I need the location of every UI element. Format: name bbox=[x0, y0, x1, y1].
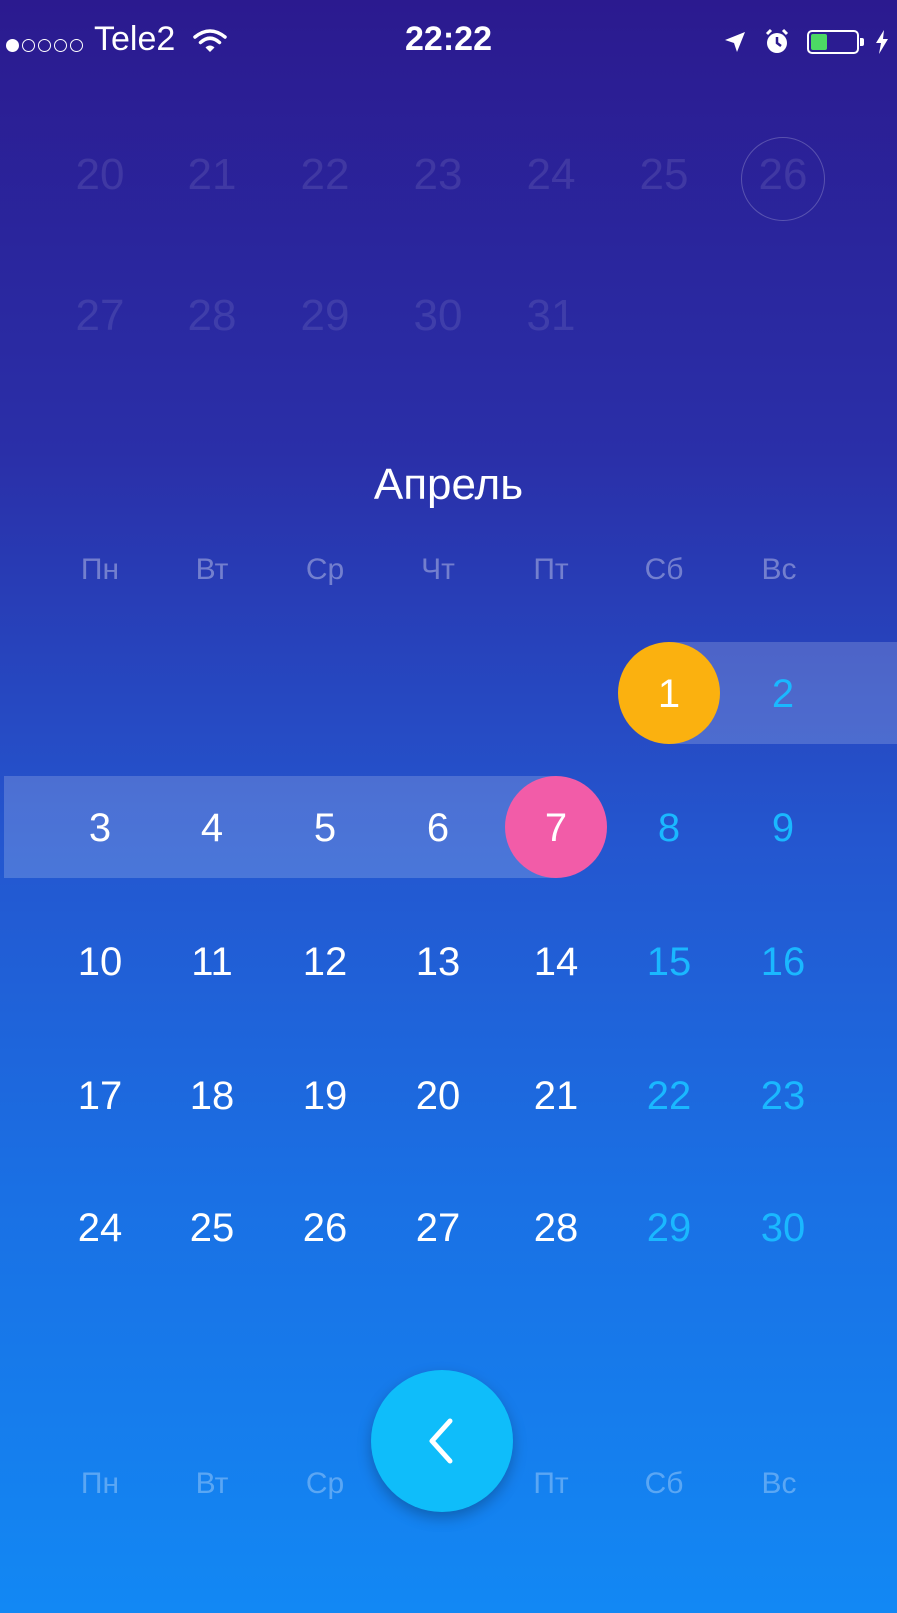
weekday-label: Пн bbox=[80, 1467, 120, 1500]
day-cell[interactable]: 28 bbox=[500, 1206, 612, 1251]
weekday-header: Пн Вт Ср Чт Пт Сб Вс bbox=[0, 553, 897, 653]
day-cell[interactable]: 4 bbox=[156, 806, 268, 851]
weekday-label: Вт bbox=[195, 553, 229, 586]
day-cell[interactable]: 20 bbox=[382, 1074, 494, 1119]
month-title: Апрель bbox=[373, 460, 524, 509]
day-cell[interactable]: 16 bbox=[727, 940, 839, 985]
day-cell[interactable]: 22 bbox=[613, 1074, 725, 1119]
day-cell[interactable]: 11 bbox=[156, 940, 268, 985]
week-row-3: 10 11 12 13 14 15 16 bbox=[0, 940, 897, 1040]
week-row-5: 24 25 26 27 28 29 30 bbox=[0, 1206, 897, 1306]
day-cell[interactable]: 8 bbox=[613, 806, 725, 851]
day-cell-range-end[interactable]: 7 bbox=[500, 806, 612, 851]
day-cell[interactable]: 24 bbox=[44, 1206, 156, 1251]
day-cell[interactable]: 5 bbox=[269, 806, 381, 851]
weekday-label: Пт bbox=[533, 1467, 569, 1500]
charging-bolt-icon bbox=[876, 30, 888, 54]
weekday-label: Вт bbox=[195, 1467, 229, 1500]
prev-day[interactable]: 24 bbox=[495, 150, 607, 200]
day-cell[interactable]: 12 bbox=[269, 940, 381, 985]
weekday-label: Чт bbox=[421, 553, 455, 586]
day-cell[interactable]: 19 bbox=[269, 1074, 381, 1119]
chevron-left-icon bbox=[429, 1418, 453, 1464]
prev-day[interactable]: 25 bbox=[608, 150, 720, 200]
back-button[interactable] bbox=[371, 1370, 513, 1512]
status-right bbox=[723, 24, 889, 60]
weekday-label: Ср bbox=[305, 1467, 345, 1500]
prev-day[interactable]: 30 bbox=[382, 291, 494, 341]
prev-day[interactable]: 29 bbox=[269, 291, 381, 341]
weekday-label: Вс bbox=[761, 553, 797, 586]
day-cell[interactable]: 29 bbox=[613, 1206, 725, 1251]
prev-day[interactable]: 21 bbox=[156, 150, 268, 200]
battery-icon bbox=[807, 30, 864, 54]
weekday-label: Ср bbox=[305, 553, 345, 586]
prev-month-week-2: 27 28 29 30 31 bbox=[0, 291, 897, 391]
week-row-1: 1 2 bbox=[0, 672, 897, 772]
day-cell[interactable]: 13 bbox=[382, 940, 494, 985]
location-arrow-icon bbox=[725, 32, 745, 52]
status-bar: Tele2 22:22 bbox=[0, 0, 897, 84]
prev-day[interactable]: 27 bbox=[44, 291, 156, 341]
day-cell[interactable]: 18 bbox=[156, 1074, 268, 1119]
weekday-label: Пт bbox=[533, 553, 569, 586]
day-cell[interactable]: 9 bbox=[727, 806, 839, 851]
day-cell-range-start[interactable]: 1 bbox=[613, 672, 725, 717]
prev-day[interactable]: 31 bbox=[495, 291, 607, 341]
alarm-icon bbox=[765, 28, 789, 53]
day-cell[interactable]: 21 bbox=[500, 1074, 612, 1119]
day-cell[interactable]: 25 bbox=[156, 1206, 268, 1251]
day-cell[interactable]: 15 bbox=[613, 940, 725, 985]
prev-day[interactable]: 23 bbox=[382, 150, 494, 200]
prev-day[interactable]: 28 bbox=[156, 291, 268, 341]
day-cell[interactable]: 6 bbox=[382, 806, 494, 851]
day-cell[interactable]: 27 bbox=[382, 1206, 494, 1251]
day-cell[interactable]: 10 bbox=[44, 940, 156, 985]
weekday-label: Пн bbox=[80, 553, 120, 586]
day-cell[interactable]: 17 bbox=[44, 1074, 156, 1119]
prev-day[interactable]: 22 bbox=[269, 150, 381, 200]
day-cell[interactable]: 23 bbox=[727, 1074, 839, 1119]
weekday-label: Сб bbox=[644, 553, 684, 586]
week-row-2: 3 4 5 6 7 8 9 bbox=[0, 806, 897, 906]
week-row-4: 17 18 19 20 21 22 23 bbox=[0, 1074, 897, 1174]
prev-day[interactable]: 20 bbox=[44, 150, 156, 200]
day-cell[interactable]: 14 bbox=[500, 940, 612, 985]
day-cell[interactable]: 2 bbox=[727, 672, 839, 717]
day-cell[interactable]: 30 bbox=[727, 1206, 839, 1251]
today-ring bbox=[741, 137, 825, 221]
weekday-label: Вс bbox=[761, 1467, 797, 1500]
weekday-label: Сб bbox=[644, 1467, 684, 1500]
day-cell[interactable]: 26 bbox=[269, 1206, 381, 1251]
day-cell[interactable]: 3 bbox=[44, 806, 156, 851]
